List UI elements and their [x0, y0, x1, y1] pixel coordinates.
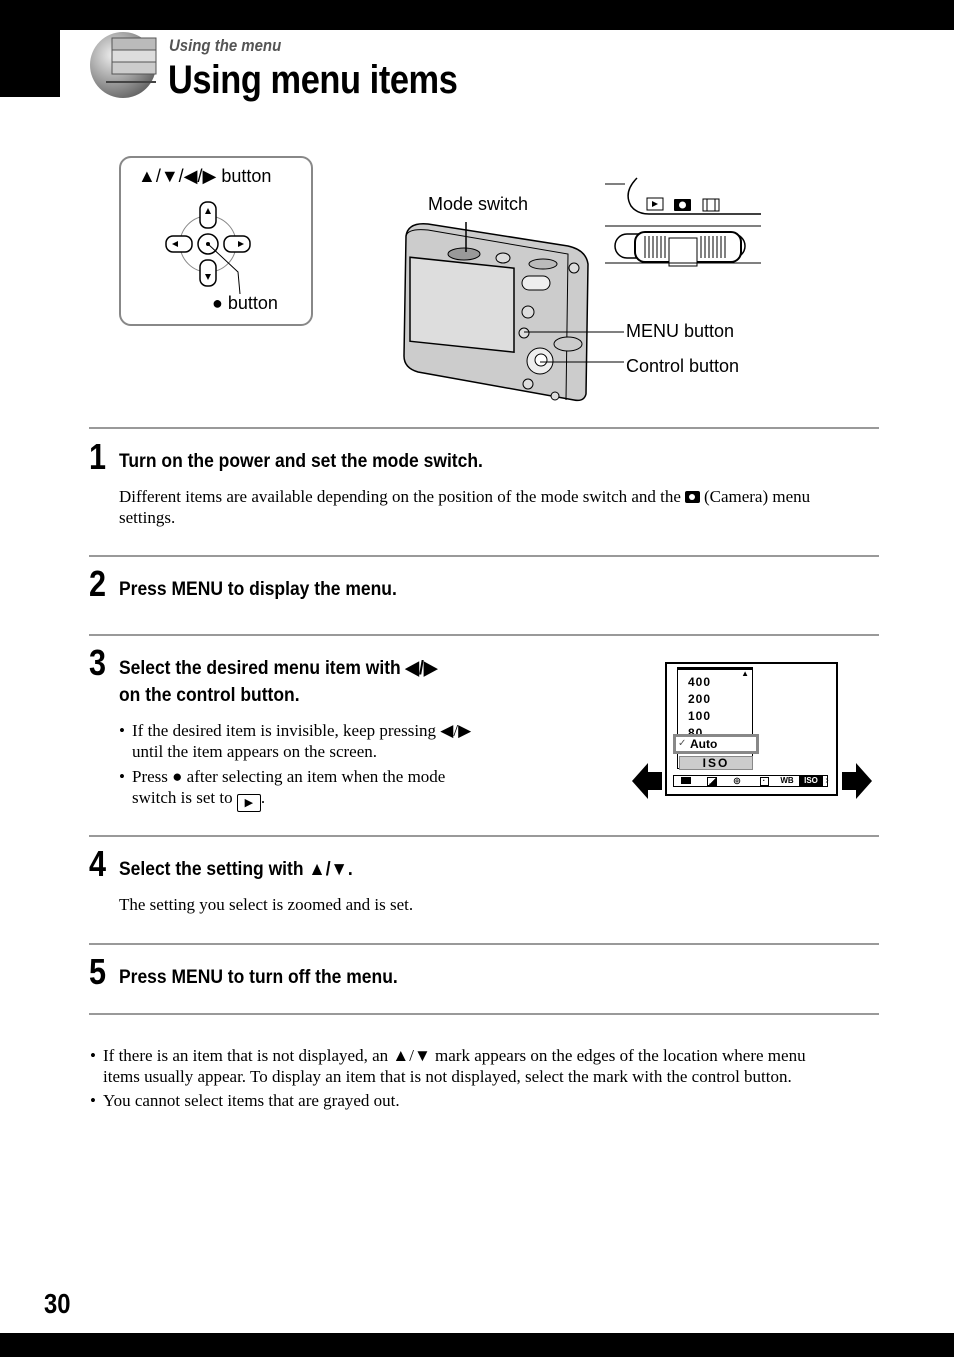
step-2-number: 2 — [89, 563, 107, 604]
step-1-body-text: Different items are available depending … — [119, 487, 681, 506]
menu-button-label: MENU button — [626, 321, 735, 341]
step-5-heading: Press MENU to turn off the menu. — [119, 967, 398, 988]
bullet: • — [119, 721, 125, 740]
section-tab — [0, 30, 60, 97]
wb-tab[interactable]: WB — [778, 776, 796, 786]
right-arrow-icon — [842, 763, 872, 799]
camera-icon — [684, 491, 700, 503]
note-text: If there is an item that is not displaye… — [103, 1046, 806, 1065]
step-4-body: The setting you select is zoomed and is … — [119, 895, 414, 914]
focus-tab-icon[interactable]: ◎ — [730, 776, 744, 786]
dpad-label: ▲/▼/◀/▶ button — [138, 166, 272, 186]
menu-screen: ▲ 400 200 100 80 ✓ Auto ISO ◎ · WB ISO › — [665, 662, 838, 796]
dpad-icon — [165, 201, 251, 294]
selected-option[interactable]: ✓ Auto — [673, 734, 759, 754]
exposure-tab-icon[interactable] — [706, 776, 718, 786]
step-5-number: 5 — [89, 951, 107, 992]
section-subtitle: Using the menu — [169, 36, 282, 55]
note-text: items usually appear. To display an item… — [103, 1067, 792, 1086]
step-1-body: Different items are available depending … — [119, 486, 879, 528]
divider — [89, 555, 879, 557]
iso-tab-selected[interactable]: ISO — [799, 776, 823, 786]
note-2: • You cannot select items that are graye… — [90, 1090, 400, 1111]
menu-category-label: ISO — [679, 756, 753, 770]
note-text: You cannot select items that are grayed … — [103, 1091, 400, 1110]
mode-switch-detail — [605, 177, 761, 267]
bullet: • — [119, 767, 125, 786]
mode-switch-label: Mode switch — [428, 194, 529, 214]
bullet: • — [90, 1091, 96, 1110]
metering-tab-icon[interactable]: · — [758, 776, 770, 786]
top-bar — [0, 0, 954, 30]
step-4-heading: Select the setting with ▲/▼. — [119, 859, 353, 880]
divider — [89, 943, 879, 945]
menu-option[interactable]: 100 — [688, 709, 711, 723]
step-1-number: 1 — [89, 436, 107, 477]
center-button-label: ● button — [212, 293, 278, 313]
step-3-number: 3 — [89, 642, 107, 683]
bullet-text: If the desired item is invisible, keep p… — [132, 721, 472, 740]
bottom-bar — [0, 1333, 954, 1357]
step-1-heading: Turn on the power and set the mode switc… — [119, 451, 483, 472]
callout-lines — [524, 331, 624, 363]
scroll-up-icon[interactable]: ▲ — [741, 669, 749, 678]
menu-option[interactable]: 400 — [688, 675, 711, 689]
divider — [89, 427, 879, 429]
more-tabs-icon[interactable]: › — [824, 776, 830, 786]
camera-tab-icon[interactable] — [680, 776, 692, 786]
step-3-heading-line2: on the control button. — [119, 685, 300, 706]
step-1-body-text-2: (Camera) menu — [703, 487, 811, 506]
bullet-text: Press ● after selecting an item when the… — [132, 767, 446, 786]
page-number: 30 — [44, 1288, 71, 1319]
page-title: Using menu items — [168, 58, 458, 102]
step-3-bullet-2: • Press ● after selecting an item when t… — [119, 766, 446, 812]
check-icon: ✓ — [678, 738, 687, 749]
step-2-heading: Press MENU to display the menu. — [119, 579, 397, 600]
bullet-text: . — [260, 788, 266, 807]
selected-option-label: Auto — [690, 737, 718, 751]
playback-icon: ▶ — [236, 794, 261, 812]
step-1-body-line2: settings. — [119, 508, 176, 527]
left-arrow-icon — [632, 763, 662, 799]
divider — [89, 634, 879, 636]
menu-option[interactable]: 200 — [688, 692, 711, 706]
control-button-label: Control button — [626, 356, 740, 376]
step-3-bullet-1: • If the desired item is invisible, keep… — [119, 720, 472, 762]
bullet-text: switch is set to — [132, 788, 233, 807]
bullet: • — [90, 1046, 96, 1065]
menu-section-icon — [90, 32, 157, 98]
note-1: • If there is an item that is not displa… — [90, 1045, 806, 1087]
divider — [89, 1013, 879, 1015]
step-4-number: 4 — [89, 843, 107, 884]
menu-tabs: ◎ · WB ISO › — [673, 775, 830, 787]
bullet-text: until the item appears on the screen. — [132, 742, 377, 761]
divider — [89, 835, 879, 837]
step-3-heading-line1: Select the desired menu item with ◀/▶ — [119, 658, 438, 679]
